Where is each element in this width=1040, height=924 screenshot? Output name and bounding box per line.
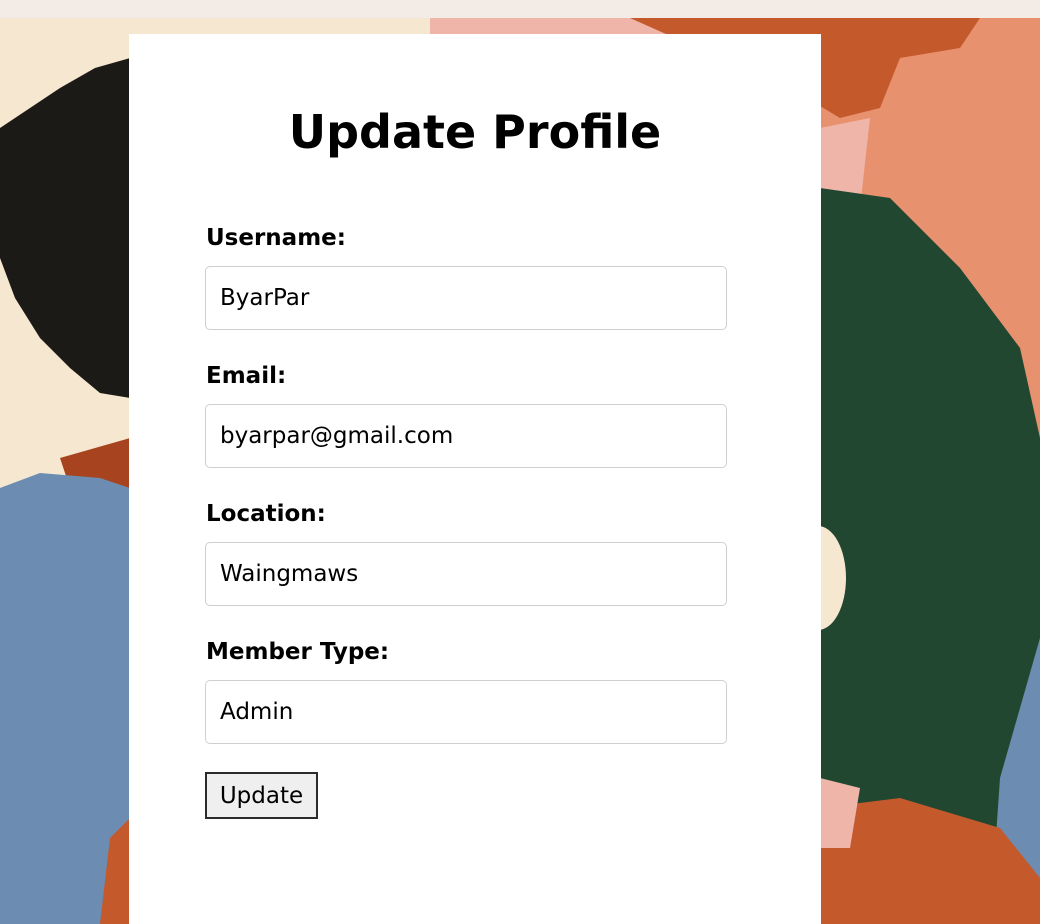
top-strip — [0, 0, 1040, 18]
email-input[interactable] — [205, 404, 727, 468]
page-title: Update Profile — [288, 105, 662, 159]
profile-card: Update Profile Username: Email: Location… — [129, 34, 821, 924]
location-input[interactable] — [205, 542, 727, 606]
username-input[interactable] — [205, 266, 727, 330]
update-button[interactable]: Update — [205, 772, 318, 819]
location-label: Location: — [206, 501, 326, 527]
member-type-label: Member Type: — [206, 639, 390, 665]
email-label: Email: — [206, 363, 287, 389]
member-type-input[interactable] — [205, 680, 727, 744]
username-label: Username: — [206, 225, 346, 251]
